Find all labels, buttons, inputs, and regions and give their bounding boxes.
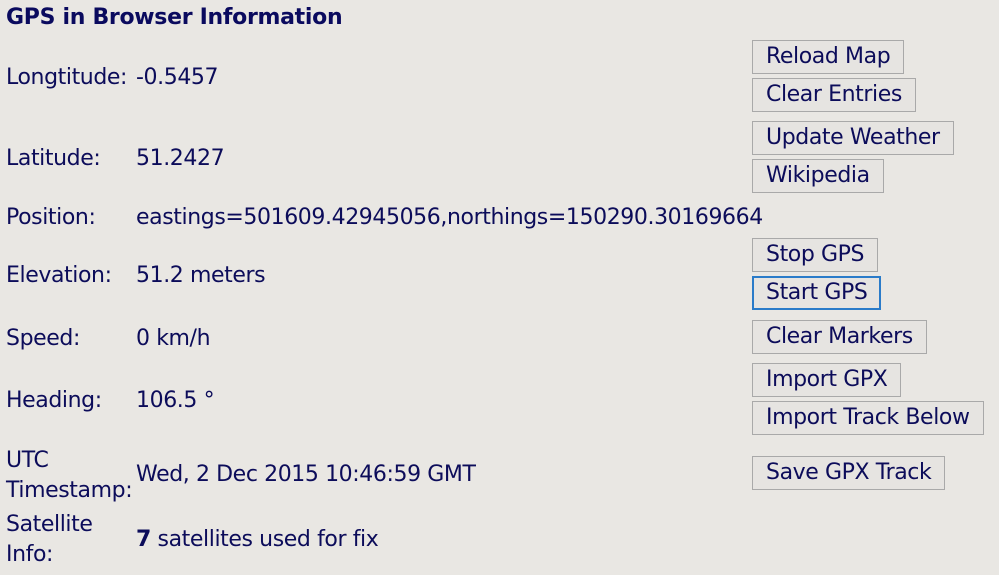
latitude-value: 51.2427 — [136, 146, 225, 171]
stop-gps-button[interactable]: Stop GPS — [752, 238, 879, 272]
elevation-label: Elevation: — [6, 263, 112, 288]
update-weather-button[interactable]: Update Weather — [752, 121, 954, 155]
satellite-label-line1: Satellite — [6, 512, 93, 537]
wikipedia-button[interactable]: Wikipedia — [752, 159, 884, 193]
satellite-label-line2: Info: — [6, 542, 54, 567]
position-label: Position: — [6, 205, 96, 230]
import-gpx-button[interactable]: Import GPX — [752, 363, 902, 397]
speed-value: 0 km/h — [136, 326, 211, 351]
timestamp-label-line2: Timestamp: — [6, 478, 133, 503]
page-title: GPS in Browser Information — [6, 5, 343, 30]
start-gps-button[interactable]: Start GPS — [752, 276, 882, 310]
elevation-value: 51.2 meters — [136, 263, 266, 288]
satellite-count: 7 — [136, 527, 151, 552]
save-gpx-track-button[interactable]: Save GPX Track — [752, 456, 946, 490]
clear-entries-button[interactable]: Clear Entries — [752, 78, 916, 112]
latitude-label: Latitude: — [6, 146, 101, 171]
clear-markers-button[interactable]: Clear Markers — [752, 320, 927, 354]
timestamp-value: Wed, 2 Dec 2015 10:46:59 GMT — [136, 462, 476, 487]
satellite-value: 7 satellites used for fix — [136, 525, 379, 554]
longitude-value: -0.5457 — [136, 65, 219, 90]
heading-label: Heading: — [6, 388, 102, 413]
satellite-suffix: satellites used for fix — [150, 527, 379, 552]
position-value: eastings=501609.42945056,northings=15029… — [136, 205, 763, 230]
speed-label: Speed: — [6, 326, 80, 351]
reload-map-button[interactable]: Reload Map — [752, 40, 905, 74]
import-track-below-button[interactable]: Import Track Below — [752, 401, 984, 435]
heading-value: 106.5 ° — [136, 388, 215, 413]
longitude-label: Longtitude: — [6, 65, 128, 90]
timestamp-label-line1: UTC — [6, 448, 49, 473]
